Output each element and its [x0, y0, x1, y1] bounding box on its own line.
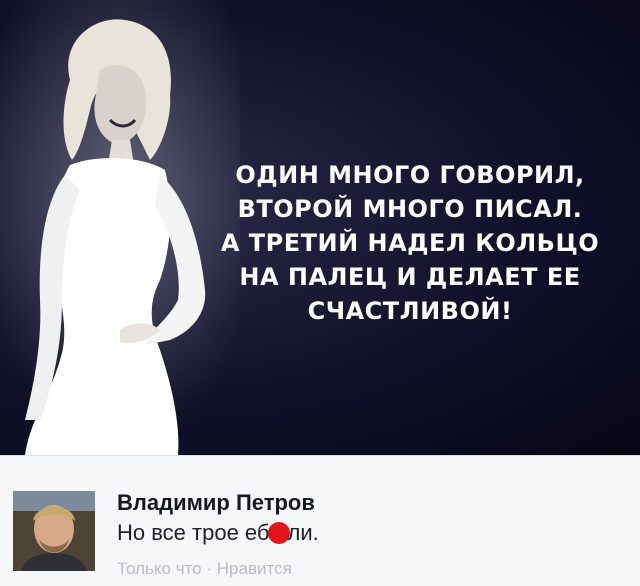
comment-meta: Только что · Нравится: [117, 559, 292, 579]
post-image[interactable]: ОДИН МНОГО ГОВОРИЛ, ВТОРОЙ МНОГО ПИСАЛ. …: [0, 0, 640, 455]
quote-line: НА ПАЛЕЦ И ДЕЛАЕТ ЕЕ: [239, 263, 581, 291]
avatar-photo: [13, 491, 95, 571]
quote-text: ОДИН МНОГО ГОВОРИЛ, ВТОРОЙ МНОГО ПИСАЛ. …: [205, 158, 615, 328]
avatar[interactable]: [13, 491, 95, 571]
quote-line: ВТОРОЙ МНОГО ПИСАЛ.: [237, 195, 583, 223]
like-link[interactable]: Нравится: [217, 559, 292, 578]
comment-text: Но все трое еб ли.: [117, 520, 319, 546]
comment: Владимир Петров Но все трое еб ли. Только…: [0, 455, 640, 586]
comment-author[interactable]: Владимир Петров: [117, 490, 315, 516]
meta-separator: ·: [206, 559, 213, 578]
redaction-dot: [267, 522, 290, 544]
comment-time[interactable]: Только что: [117, 559, 202, 578]
comment-text-start: Но все трое еб: [117, 520, 270, 545]
comment-text-end: ли.: [287, 520, 319, 545]
quote-line: А ТРЕТИЙ НАДЕЛ КОЛЬЦО: [220, 229, 600, 257]
quote-line: СЧАСТЛИВОЙ!: [307, 297, 513, 325]
woman-photo: [0, 0, 240, 455]
quote-line: ОДИН МНОГО ГОВОРИЛ,: [235, 161, 585, 189]
